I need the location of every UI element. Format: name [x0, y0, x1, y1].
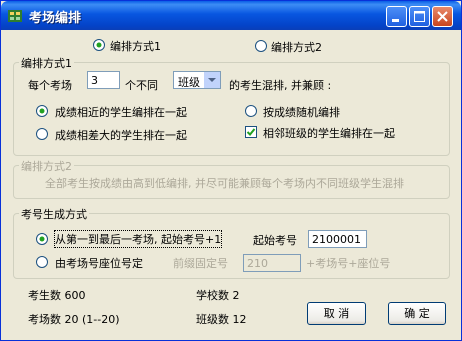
by-seat-label[interactable]: 由考场号座位号定	[55, 255, 143, 271]
random-score-radio[interactable]	[245, 105, 257, 117]
mode2-description: 全部考生按成绩由高到低编排, 并尽可能兼顾每个考场内不同班级学生混排	[45, 177, 404, 190]
student-count: 考生数 600	[28, 289, 86, 302]
mode2-legend: 编排方式2	[19, 158, 74, 174]
prefix-suffix-label: +考场号+座位号	[306, 257, 391, 270]
sequential-label[interactable]: 从第一到最后一考场, 起始考号+1	[53, 230, 223, 248]
maximize-icon	[414, 11, 425, 22]
group-by-select[interactable]: 班级	[173, 71, 221, 89]
sequential-radio[interactable]	[36, 233, 48, 245]
mode1-radio[interactable]	[93, 39, 105, 51]
number-gen-legend: 考号生成方式	[19, 206, 89, 222]
minimize-icon	[392, 19, 399, 22]
mode2-radio[interactable]	[255, 40, 267, 52]
adjacent-class-label[interactable]: 相邻班级的学生编排在一起	[263, 125, 395, 141]
mode1-suffix: 的考生混排, 并兼顾 :	[229, 79, 332, 92]
dialog-window: 考场编排 编排方式1 编排方式2 编排方式1 每个考场 个不同	[0, 0, 462, 341]
diverse-score-label[interactable]: 成绩相差大的学生排在一起	[55, 127, 187, 143]
mode1-legend: 编排方式1	[19, 55, 74, 71]
similar-score-radio[interactable]	[36, 105, 48, 117]
ok-button[interactable]: 确 定	[388, 302, 446, 325]
adjacent-class-checkbox[interactable]	[245, 126, 257, 138]
group-by-value: 班级	[178, 76, 200, 89]
cancel-button[interactable]: 取 消	[307, 302, 366, 325]
diverse-score-radio[interactable]	[36, 128, 48, 140]
app-tree-icon	[8, 10, 22, 22]
by-seat-radio[interactable]	[36, 256, 48, 268]
per-room-prefix: 每个考场	[28, 79, 72, 92]
close-button[interactable]	[432, 6, 453, 27]
prefix-label: 前缀固定号	[173, 257, 228, 270]
chevron-down-icon	[204, 72, 220, 88]
per-room-middle: 个不同	[125, 79, 158, 92]
window-title: 考场编排	[29, 11, 82, 26]
mode2-label[interactable]: 编排方式2	[271, 39, 322, 55]
start-number-input[interactable]	[308, 230, 367, 248]
mode1-label[interactable]: 编排方式1	[110, 38, 161, 54]
class-count: 班级数 12	[196, 313, 247, 326]
random-score-label[interactable]: 按成绩随机编排	[263, 104, 340, 120]
school-count: 学校数 2	[196, 289, 240, 302]
title-bar[interactable]: 考场编排	[1, 1, 461, 30]
maximize-button[interactable]	[409, 6, 430, 27]
prefix-input[interactable]	[243, 254, 301, 272]
close-icon	[437, 11, 448, 22]
room-count: 考场数 20 (1--20)	[28, 313, 120, 326]
minimize-button[interactable]	[386, 6, 407, 27]
start-number-label: 起始考号	[253, 234, 297, 247]
similar-score-label[interactable]: 成绩相近的学生编排在一起	[55, 104, 187, 120]
per-room-count-input[interactable]	[87, 71, 120, 89]
